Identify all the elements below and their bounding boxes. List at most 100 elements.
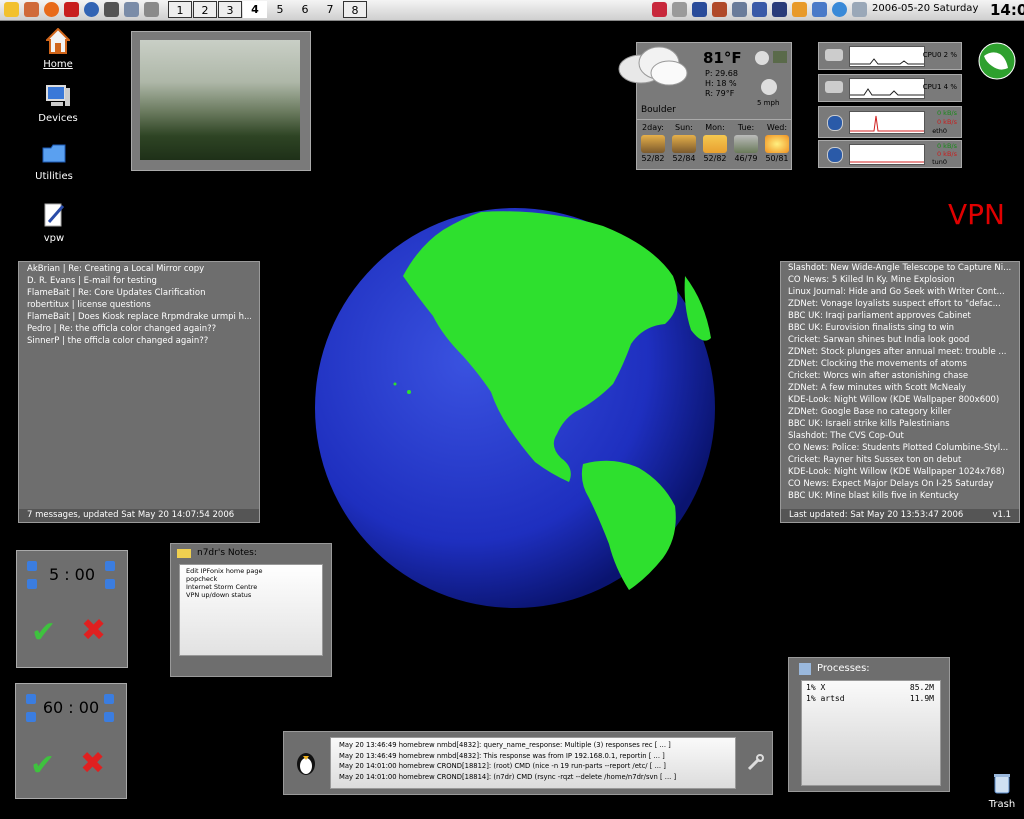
panel-clock: 14:08	[990, 1, 1024, 19]
browser-icon[interactable]	[84, 2, 99, 17]
package-icon[interactable]	[712, 2, 727, 17]
processes-widget[interactable]: Processes: 1% X 85.2M 1% artsd 11.9M	[788, 657, 950, 792]
news-item[interactable]: ZDNet: Google Base no category killer	[788, 406, 1012, 418]
redstar-icon[interactable]	[64, 2, 79, 17]
countdown-timer[interactable]: 5 : 00 ✔ ✖	[16, 550, 128, 668]
webcam-frame[interactable]	[131, 31, 311, 171]
window-icon[interactable]	[124, 2, 139, 17]
display-icon[interactable]	[144, 2, 159, 17]
pager-desktop-2[interactable]: 2	[193, 1, 217, 18]
vpn-status-label[interactable]: VPN	[948, 198, 1005, 231]
log-line[interactable]: May 20 13:46:49 homebrew nmbd[4832]: que…	[339, 740, 727, 751]
news-item[interactable]: CO News: 5 Killed In Ky. Mine Explosion	[788, 274, 1012, 286]
cross-icon[interactable]: ✖	[80, 746, 105, 781]
news-item[interactable]: CO News: Expect Major Delays On I-25 Sat…	[788, 478, 1012, 490]
pager-desktop-5[interactable]: 5	[268, 1, 292, 18]
pager-desktop-3[interactable]: 3	[218, 1, 242, 18]
rabbit-icon[interactable]	[24, 2, 39, 17]
forecast-day: 2day: 52/82	[637, 123, 669, 163]
weather-wind: 5 mph	[757, 99, 780, 107]
message-item[interactable]: SinnerP | the officla color changed agai…	[27, 335, 251, 347]
news-item[interactable]: Cricket: Rayner hits Sussex ton on debut	[788, 454, 1012, 466]
notes-icon[interactable]	[792, 2, 807, 17]
desktop-icon-utilities[interactable]: Utilities	[24, 142, 84, 182]
small-globe-icon[interactable]	[978, 42, 1016, 80]
terminal-icon[interactable]	[104, 2, 119, 17]
globe-icon[interactable]	[832, 2, 847, 17]
network-icon[interactable]	[752, 2, 767, 17]
cpu0-monitor[interactable]: CPU0 2 %	[818, 42, 962, 70]
countdown-timer[interactable]: 60 : 00 ✔ ✖	[15, 683, 127, 799]
message-item[interactable]: Pedro | Re: the officla color changed ag…	[27, 323, 251, 335]
news-item[interactable]: Cricket: Worcs win after astonishing cha…	[788, 370, 1012, 382]
process-row[interactable]: 1% artsd 11.9M	[806, 694, 936, 705]
news-item[interactable]: CO News: Police: Students Plotted Columb…	[788, 442, 1012, 454]
desktop-icon-trash[interactable]: Trash	[972, 772, 1024, 810]
pager-desktop-1[interactable]: 1	[168, 1, 192, 18]
desktop-icon-devices[interactable]: Devices	[28, 84, 88, 124]
message-item[interactable]: FlameBait | Re: Core Updates Clarificati…	[27, 287, 251, 299]
up-arrow-icon[interactable]	[105, 561, 115, 571]
pager-desktop-6[interactable]: 6	[293, 1, 317, 18]
message-item[interactable]: AkBrian | Re: Creating a Local Mirror co…	[27, 263, 251, 275]
news-item[interactable]: BBC UK: Eurovision finalists sing to win	[788, 322, 1012, 334]
message-feed-panel[interactable]: AkBrian | Re: Creating a Local Mirror co…	[18, 261, 260, 523]
checkmark-icon[interactable]: ✔	[31, 615, 56, 650]
message-item[interactable]: FlameBait | Does Kiosk replace Rrpmdrake…	[27, 311, 251, 323]
tux-icon	[297, 753, 315, 775]
news-item[interactable]: Slashdot: New Wide-Angle Telescope to Ca…	[788, 262, 1012, 274]
pager-desktop-4[interactable]: 4	[243, 1, 267, 18]
news-item[interactable]: Linux Journal: Hide and Go Seek with Wri…	[788, 286, 1012, 298]
log-line[interactable]: May 20 14:01:00 homebrew CROND[18812]: (…	[339, 761, 727, 772]
news-item[interactable]: BBC UK: Israeli strike kills Palestinian…	[788, 418, 1012, 430]
process-row[interactable]: 1% X 85.2M	[806, 683, 936, 694]
resize-icon[interactable]	[812, 2, 827, 17]
cross-icon[interactable]: ✖	[81, 613, 106, 648]
eth0-graph	[849, 111, 925, 134]
wrench-icon[interactable]	[746, 754, 764, 772]
notes-widget[interactable]: n7dr's Notes: Edit IPFonix home page pop…	[170, 543, 332, 677]
down-arrow-icon[interactable]	[105, 579, 115, 589]
pager-desktop-8[interactable]: 8	[343, 1, 367, 18]
log-line[interactable]: May 20 14:01:00 homebrew CROND[18814]: (…	[339, 772, 727, 783]
tools-icon[interactable]	[672, 2, 687, 17]
tun0-monitor[interactable]: 0 kB/s 0 kB/s tun0	[818, 140, 962, 168]
star-icon[interactable]	[4, 2, 19, 17]
up-arrow-icon[interactable]	[104, 694, 114, 704]
desktop-icon-home[interactable]: Home	[28, 27, 88, 70]
checkmark-icon[interactable]: ✔	[30, 748, 55, 783]
news-item[interactable]: KDE-Look: Night Willow (KDE Wallpaper 80…	[788, 394, 1012, 406]
news-item[interactable]: KDE-Look: Night Willow (KDE Wallpaper 10…	[788, 466, 1012, 478]
news-item[interactable]: ZDNet: A few minutes with Scott McNealy	[788, 382, 1012, 394]
log-viewer-widget[interactable]: May 20 13:46:49 homebrew nmbd[4832]: que…	[283, 731, 773, 795]
message-item[interactable]: D. R. Evans | E-mail for testing	[27, 275, 251, 287]
news-item[interactable]: Slashdot: The CVS Cop-Out	[788, 430, 1012, 442]
news-feed-panel[interactable]: Slashdot: New Wide-Angle Telescope to Ca…	[780, 261, 1020, 523]
news-item[interactable]: ZDNet: Stock plunges after annual meet: …	[788, 346, 1012, 358]
forecast-temps: 50/81	[765, 154, 789, 163]
up-arrow-icon[interactable]	[27, 561, 37, 571]
monitor-icon[interactable]	[772, 2, 787, 17]
news-item[interactable]: BBC UK: Mine blast kills five in Kentuck…	[788, 490, 1012, 502]
eth0-monitor[interactable]: 0 kB/s 0 kB/s eth0	[818, 106, 962, 138]
message-item[interactable]: robertitux | license questions	[27, 299, 251, 311]
pager-desktop-7[interactable]: 7	[318, 1, 342, 18]
volume-icon[interactable]	[732, 2, 747, 17]
news-item[interactable]: ZDNet: Clocking the movements of atoms	[788, 358, 1012, 370]
desktop-icon-vpw[interactable]: vpw	[24, 202, 84, 244]
screen-icon[interactable]	[692, 2, 707, 17]
notes-textarea[interactable]: Edit IPFonix home page popcheck Internet…	[179, 564, 323, 656]
news-item[interactable]: Cricket: Sarwan shines but India look go…	[788, 334, 1012, 346]
wifi-icon[interactable]	[852, 2, 867, 17]
up-arrow-icon[interactable]	[26, 694, 36, 704]
cpu1-monitor[interactable]: CPU1 4 %	[818, 74, 962, 102]
log-line[interactable]: May 20 13:46:49 homebrew nmbd[4832]: Thi…	[339, 751, 727, 762]
down-arrow-icon[interactable]	[27, 579, 37, 589]
down-arrow-icon[interactable]	[104, 712, 114, 722]
us-flag-icon[interactable]	[652, 2, 667, 17]
down-arrow-icon[interactable]	[26, 712, 36, 722]
news-item[interactable]: ZDNet: Vonage loyalists suspect effort t…	[788, 298, 1012, 310]
trash-icon	[994, 774, 1010, 794]
firefox-icon[interactable]	[44, 2, 59, 17]
news-item[interactable]: BBC UK: Iraqi parliament approves Cabine…	[788, 310, 1012, 322]
